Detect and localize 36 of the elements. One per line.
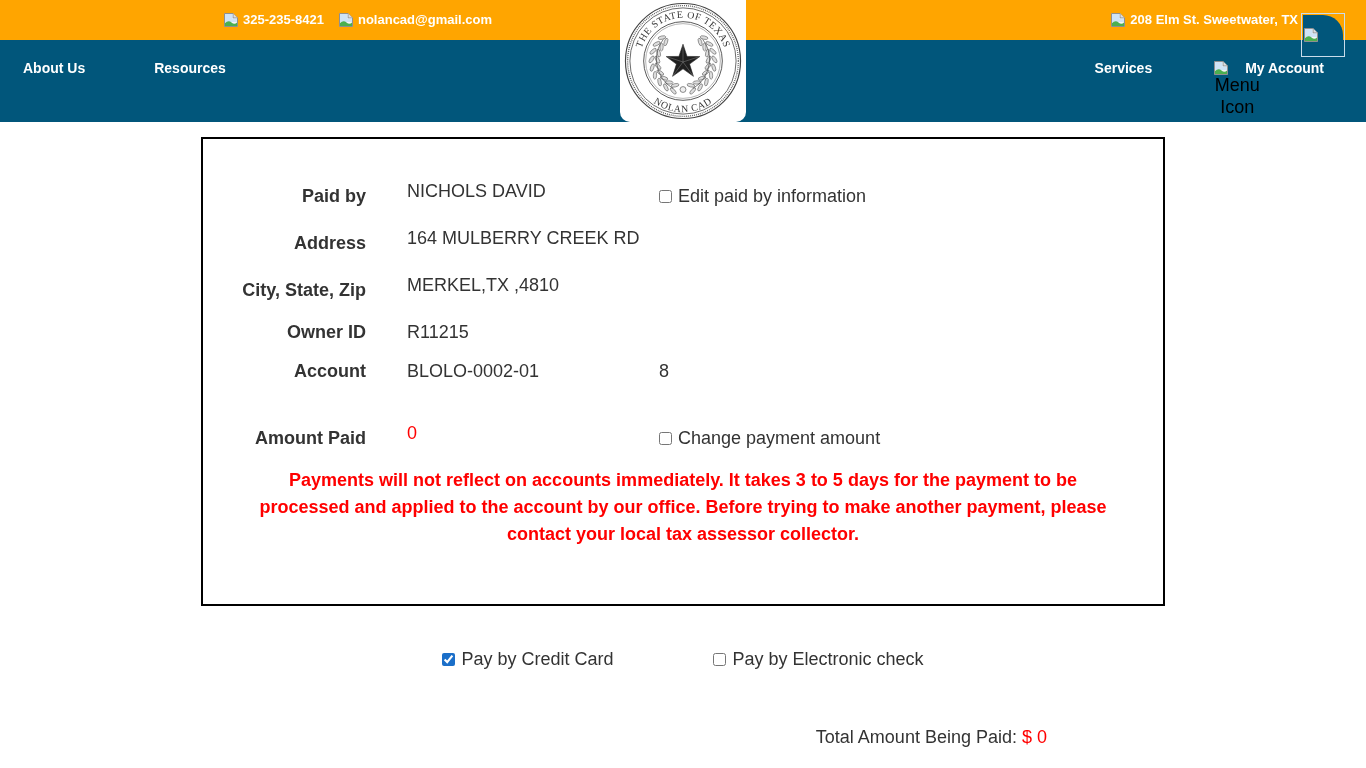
field-value: 164 MULBERRY CREEK RD	[407, 228, 640, 249]
field-label: Amount Paid	[254, 427, 366, 449]
nav-link[interactable]: My Account	[1245, 60, 1324, 76]
field-label: Address	[292, 232, 366, 254]
field-value: BLOLO-0002-01	[407, 361, 540, 382]
seal-bottom-text: NOLAN CAD	[652, 95, 714, 115]
broken-image-icon	[1303, 27, 1319, 43]
checkbox-label[interactable]: Pay by Credit Card	[461, 649, 614, 670]
nav-link[interactable]: Resources	[154, 60, 226, 76]
field-value: NICHOLS DAVID	[407, 181, 546, 202]
image-button[interactable]	[1301, 13, 1345, 57]
field-label: Account	[293, 361, 366, 382]
broken-image-icon	[223, 12, 239, 28]
broken-image-icon	[1213, 60, 1230, 76]
broken-image-icon	[1110, 12, 1127, 28]
field-value: MERKEL,TX ,4810	[407, 275, 560, 296]
checkbox-label[interactable]: Change payment amount	[678, 428, 881, 449]
address-text: 208 Elm St. Sweetwater, TX	[1130, 12, 1298, 28]
field-value: 8	[659, 361, 669, 382]
checkbox-label[interactable]: Pay by Electronic check	[732, 649, 924, 670]
total-label: Total Amount Being Paid:	[815, 727, 1017, 748]
nav-link[interactable]: Services	[1094, 60, 1153, 76]
amount-value: 0	[407, 423, 417, 444]
checkbox[interactable]	[442, 653, 456, 666]
broken-image-icon	[337, 12, 354, 28]
notice-text: Payments will not reflect on accounts immediately. It takes 3 to 5 days for the payment to be processed and applied to the account by our office. Before trying to make another payment, please contact your local tax assessor collector.	[258, 469, 1108, 546]
nav-link[interactable]: About Us	[23, 60, 86, 76]
checkbox[interactable]	[713, 653, 727, 666]
field-label: Paid by	[300, 185, 366, 207]
checkbox[interactable]	[659, 432, 672, 445]
checkbox[interactable]	[659, 190, 672, 203]
field-value: R11215	[407, 322, 469, 343]
checkbox-label[interactable]: Edit paid by information	[678, 186, 867, 207]
field-label: City, State, Zip	[241, 279, 366, 301]
total-amount: $ 0	[1021, 727, 1047, 748]
field-label: Owner ID	[286, 322, 366, 343]
